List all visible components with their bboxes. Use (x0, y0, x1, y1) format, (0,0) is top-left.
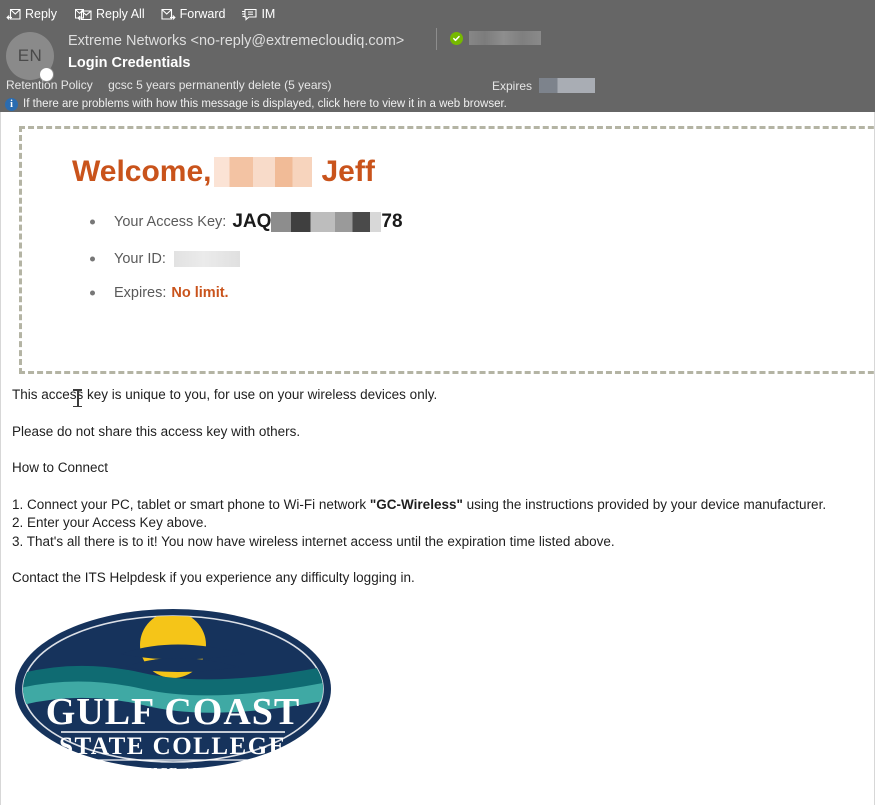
verified-sender-block (450, 31, 541, 45)
redacted-welcome-name (213, 157, 312, 187)
retention-policy-row[interactable]: Retention Policy gcsc 5 years permanentl… (6, 78, 332, 92)
list-item-access-key: Your Access Key: JAQ 78 (84, 211, 874, 233)
message-body: Welcome, Jeff Your Access Key: JAQ 78 You… (0, 112, 875, 805)
step-1-pre: 1. Connect your PC, tablet or smart phon… (12, 496, 370, 512)
list-item-user-id: Your ID: (84, 251, 874, 267)
welcome-prefix: Welcome, (72, 155, 212, 188)
card-expires-value: No limit. (171, 285, 229, 301)
gulf-coast-state-college-logo: GULF COAST STATE COLLEGE SINCE 1957 (13, 607, 874, 782)
logo-line-3: SINCE 1957 (131, 766, 215, 781)
reply-label: Reply (25, 6, 57, 21)
redacted-user-id (173, 251, 240, 267)
im-label: IM (261, 6, 276, 21)
reply-icon (6, 8, 21, 21)
card-expires-label: Expires: (114, 285, 167, 301)
access-key-suffix: 78 (381, 211, 403, 232)
step-3-text: 3. That's all there is to it! You now ha… (12, 533, 615, 549)
reply-button[interactable]: Reply (6, 8, 57, 21)
retention-policy-value: gcsc 5 years permanently delete (5 years… (108, 78, 332, 92)
view-in-browser-bar[interactable]: i If there are problems with how this me… (0, 96, 875, 112)
forward-label: Forward (179, 6, 226, 21)
sender-row: EN Extreme Networks <no-reply@extremeclo… (0, 26, 875, 84)
reply-all-icon (73, 8, 92, 21)
credentials-list: Your Access Key: JAQ 78 Your ID: Expires:… (84, 211, 874, 301)
list-item-expires: Expires: No limit. (84, 285, 874, 301)
logo-line-1: GULF COAST (46, 691, 301, 733)
reply-all-label: Reply All (95, 6, 145, 21)
user-id-label: Your ID: (114, 251, 166, 267)
list-item-step-2: 2. Enter your Access Key above. (12, 516, 874, 530)
how-to-connect-steps: 1. Connect your PC, tablet or smart phon… (12, 496, 874, 549)
reading-pane-header: Reply Reply All Forward IM EN Extreme Ne… (0, 0, 875, 112)
message-toolbar: Reply Reply All Forward IM (0, 0, 875, 26)
step-2-text: 2. Enter your Access Key above. (12, 515, 208, 530)
body-para-1: This access key is unique to you, for us… (12, 387, 438, 402)
header-divider (436, 28, 437, 50)
access-key-prefix: JAQ (232, 211, 272, 232)
verified-check-icon (450, 31, 463, 45)
step-1-network-name: "GC-Wireless" (369, 496, 463, 512)
how-to-connect-heading: How to Connect (12, 460, 109, 475)
welcome-heading: Welcome, Jeff (72, 155, 874, 189)
chat-bubble-icon (241, 8, 258, 21)
list-item-step-1: 1. Connect your PC, tablet or smart phon… (12, 496, 874, 512)
view-in-browser-text[interactable]: If there are problems with how this mess… (23, 98, 507, 110)
expires-block: Expires (492, 78, 595, 93)
redacted-access-key (271, 212, 382, 232)
access-key-label: Your Access Key: (114, 214, 227, 230)
list-item-step-3: 3. That's all there is to it! You now ha… (12, 533, 874, 549)
reply-all-button[interactable]: Reply All (73, 8, 145, 21)
logo-line-2: STATE COLLEGE (59, 733, 287, 760)
body-paragraphs: This access key is unique to you, for us… (12, 388, 874, 548)
forward-icon (161, 8, 176, 21)
expires-label: Expires (491, 78, 532, 93)
avatar[interactable]: EN (6, 32, 58, 84)
info-icon: i (5, 97, 18, 111)
message-subject: Login Credentials (68, 55, 191, 71)
welcome-suffix: Jeff (321, 155, 375, 188)
redacted-verified-value (469, 31, 541, 45)
retention-policy-label: Retention Policy (6, 78, 93, 92)
im-button[interactable]: IM (241, 8, 275, 21)
forward-button[interactable]: Forward (161, 6, 226, 21)
credentials-card: Welcome, Jeff Your Access Key: JAQ 78 You… (19, 126, 874, 374)
step-1-post: using the instructions provided by your … (462, 496, 827, 512)
helpdesk-contact-text: Contact the ITS Helpdesk if you experien… (12, 570, 415, 585)
logo-graphic: GULF COAST STATE COLLEGE SINCE 1957 (15, 609, 331, 781)
body-para-2: Please do not share this access key with… (12, 423, 301, 439)
redacted-expires-value (539, 78, 595, 93)
